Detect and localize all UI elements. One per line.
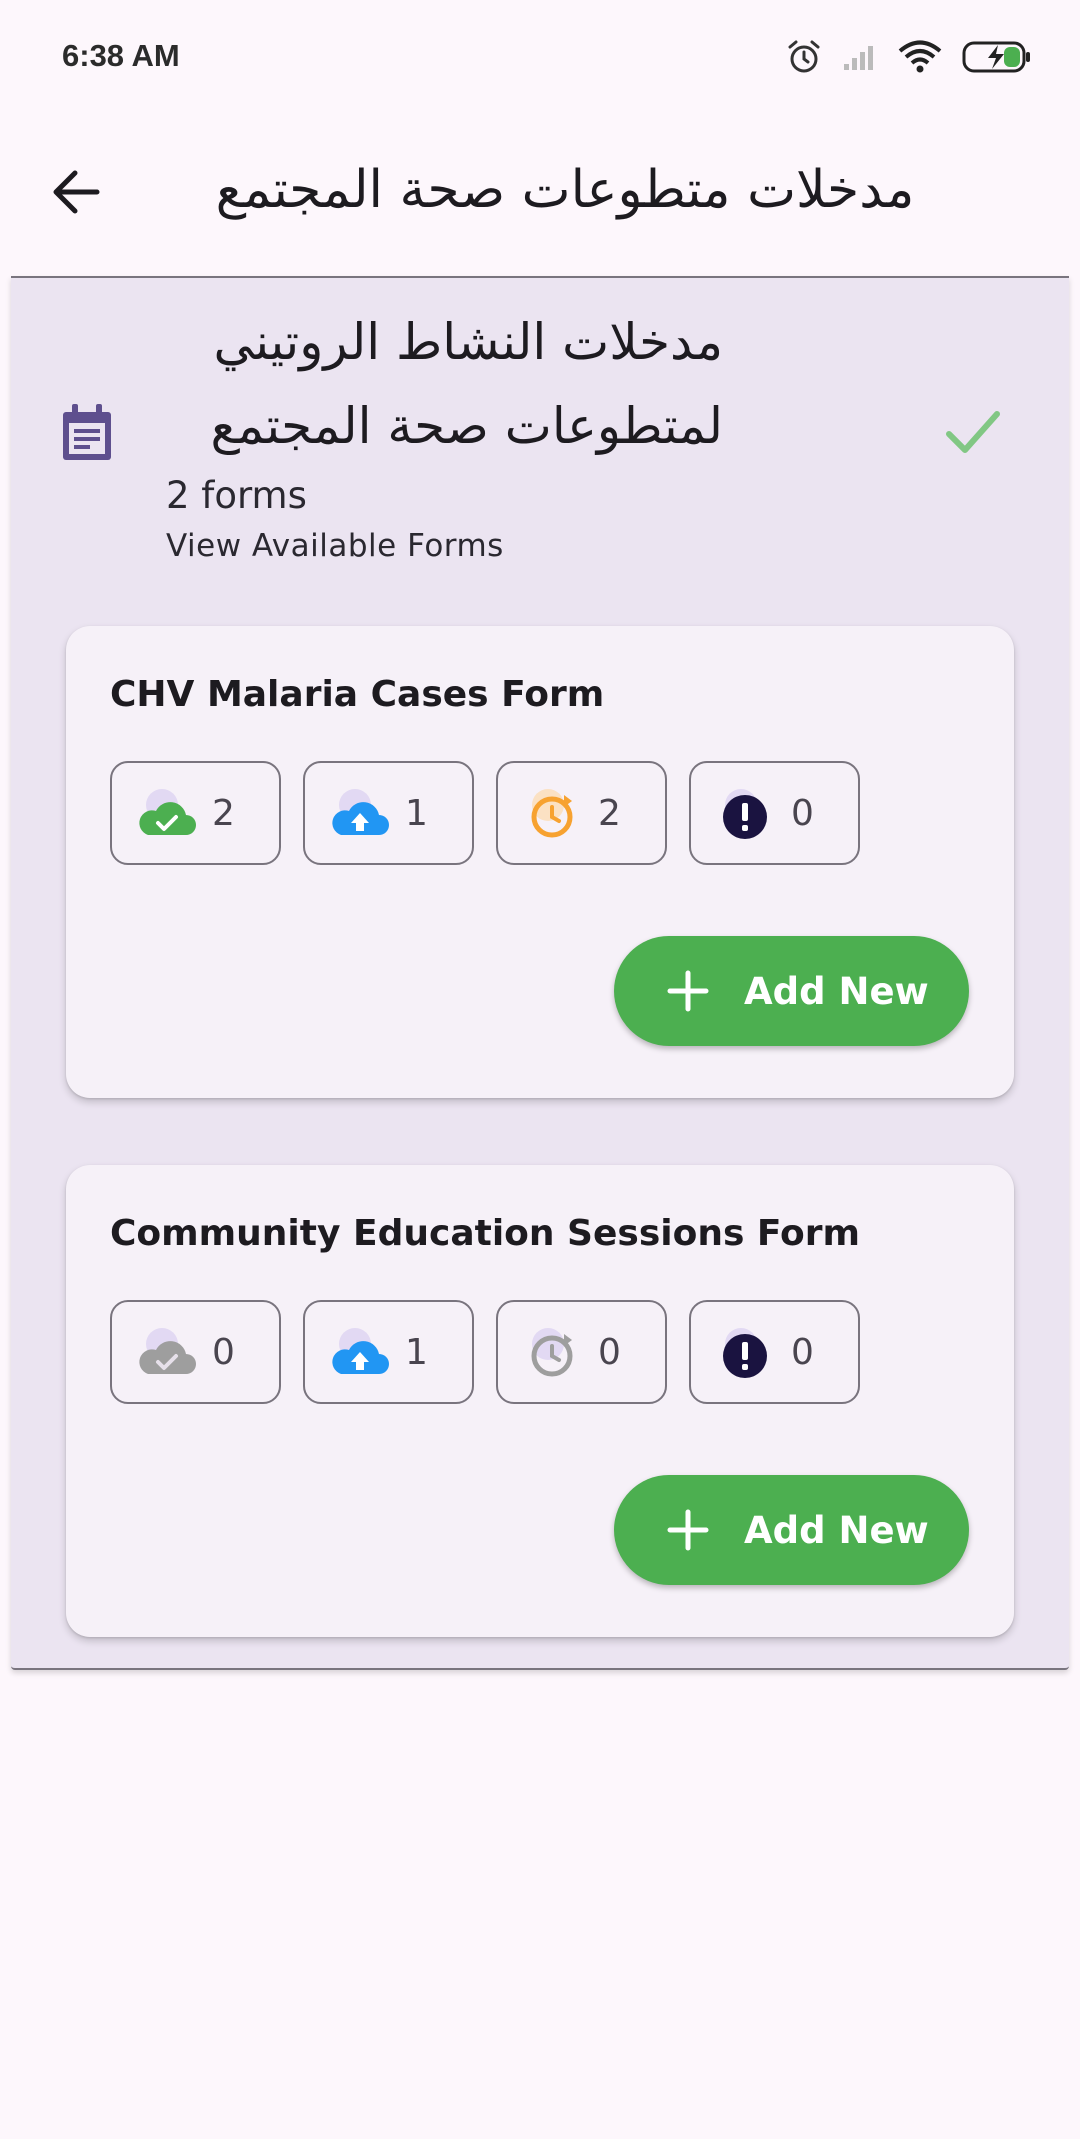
- error-icon: [723, 789, 767, 839]
- error-count: 0: [791, 792, 814, 834]
- plus-icon: [667, 1509, 709, 1551]
- app-bar: مدخلات متطوعات صحة المجتمع: [0, 110, 1080, 276]
- form-card: Community Education Sessions Form 0 1 0 …: [66, 1165, 1014, 1637]
- forms-count: 2 forms: [166, 474, 307, 517]
- cloud-upload-icon: [332, 789, 389, 835]
- status-bar: 6:38 AM: [0, 0, 1080, 110]
- upload-count: 1: [405, 792, 428, 834]
- wifi-icon: [898, 40, 942, 73]
- error-icon: [723, 1328, 767, 1378]
- pending-count: 2: [598, 792, 621, 834]
- page-title: مدخلات متطوعات صحة المجتمع: [215, 160, 915, 220]
- form-title: CHV Malaria Cases Form: [110, 674, 605, 715]
- plus-icon: [667, 970, 709, 1012]
- cloud-check-icon: [139, 1328, 196, 1374]
- pending-chip[interactable]: 2: [496, 761, 667, 865]
- status-chips: 2 1 2 0: [110, 761, 860, 865]
- pending-clock-icon: [531, 1328, 573, 1377]
- cloud-upload-icon: [332, 1328, 389, 1374]
- signal-icon: [844, 46, 873, 70]
- check-icon: [946, 411, 1000, 453]
- upload-chip[interactable]: 1: [303, 1300, 474, 1404]
- upload-count: 1: [405, 1331, 428, 1373]
- status-chips: 0 1 0 0: [110, 1300, 860, 1404]
- pending-chip[interactable]: 0: [496, 1300, 667, 1404]
- synced-chip[interactable]: 0: [110, 1300, 281, 1404]
- view-forms-label: View Available Forms: [166, 528, 504, 564]
- error-chip[interactable]: 0: [689, 1300, 860, 1404]
- synced-count: 0: [212, 1331, 235, 1373]
- synced-chip[interactable]: 2: [110, 761, 281, 865]
- form-group-section: مدخلات النشاط الروتيني لمتطوعات صحة المج…: [11, 276, 1069, 1670]
- upload-chip[interactable]: 1: [303, 761, 474, 865]
- form-title: Community Education Sessions Form: [110, 1213, 861, 1254]
- calendar-form-icon: [63, 404, 111, 460]
- add-new-button[interactable]: Add New: [614, 1475, 969, 1585]
- form-card: CHV Malaria Cases Form 2 1 2 0 Add New: [66, 626, 1014, 1098]
- form-group-title: مدخلات النشاط الروتيني لمتطوعات صحة المج…: [210, 313, 723, 455]
- battery-charging-icon: [962, 41, 1030, 73]
- back-button[interactable]: [44, 160, 108, 224]
- add-new-label: Add New: [744, 1508, 929, 1552]
- arrow-back-icon: [53, 170, 100, 214]
- status-icons: [786, 36, 1032, 78]
- add-new-button[interactable]: Add New: [614, 936, 969, 1046]
- alarm-icon: [788, 40, 820, 73]
- pending-count: 0: [598, 1331, 621, 1373]
- add-new-label: Add New: [744, 969, 929, 1013]
- error-count: 0: [791, 1331, 814, 1373]
- cloud-check-icon: [139, 789, 196, 835]
- status-time: 6:38 AM: [62, 38, 180, 73]
- error-chip[interactable]: 0: [689, 761, 860, 865]
- synced-count: 2: [212, 792, 235, 834]
- pending-clock-icon: [531, 789, 573, 838]
